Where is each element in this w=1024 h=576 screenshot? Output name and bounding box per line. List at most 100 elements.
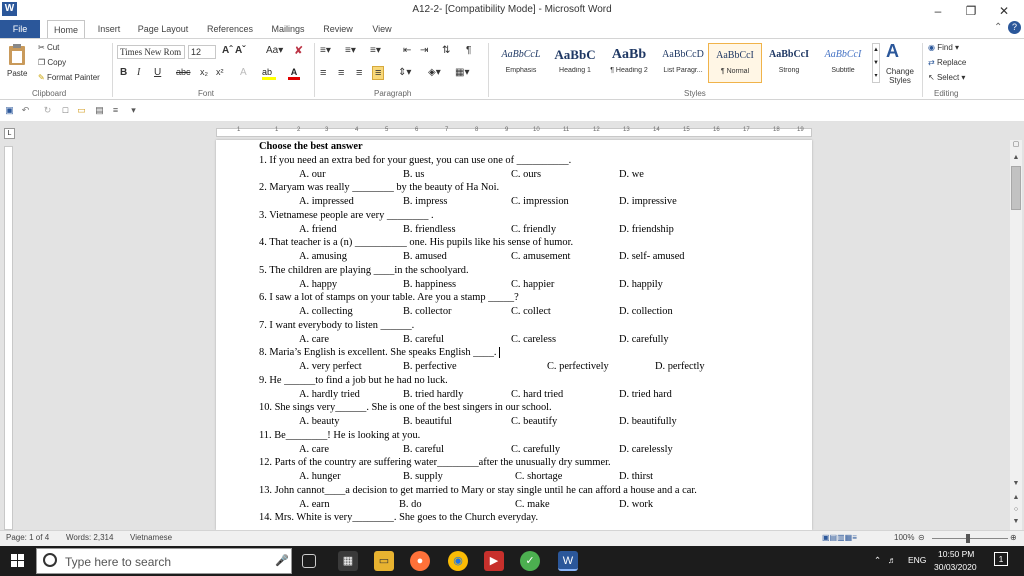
answer-option[interactable]: C. hard tried (511, 388, 563, 402)
answer-option[interactable]: B. impress (403, 195, 447, 209)
answer-option[interactable]: D. self- amused (619, 250, 685, 264)
question-text[interactable]: 4. That teacher is a (n) __________ one.… (259, 236, 799, 250)
style-strong[interactable]: AaBbCcI Strong (762, 43, 816, 83)
answer-option[interactable]: A. beauty (299, 415, 339, 429)
redo-icon[interactable]: ↻ (42, 105, 53, 116)
vertical-ruler[interactable] (4, 146, 13, 530)
file-explorer-icon[interactable]: ▭ (374, 551, 394, 571)
new-document-icon[interactable]: □ (60, 105, 71, 116)
answer-option[interactable]: B. perfective (403, 360, 457, 374)
print-preview-icon[interactable]: ▤ (94, 105, 105, 116)
numbering-icon[interactable]: ≡▾ (345, 45, 356, 56)
input-language[interactable]: ENG (908, 555, 926, 565)
question-text[interactable]: 2. Maryam was really ________ by the bea… (259, 181, 799, 195)
task-view-icon[interactable] (302, 554, 316, 568)
answer-option[interactable]: C. carefully (511, 443, 560, 457)
question-text[interactable]: 13. John cannot____a decision to get mar… (259, 484, 799, 498)
customize-toolbar-icon[interactable]: ≡ (110, 105, 121, 116)
styles-scroll-icon[interactable]: ▲ ▼ ▾ (872, 43, 880, 83)
bullets-icon[interactable]: ≡▾ (320, 45, 331, 56)
answer-option[interactable]: D. work (619, 498, 653, 512)
view-buttons[interactable]: ▣▤▥▦≡ (822, 533, 857, 542)
clock-date[interactable]: 30/03/2020 (934, 562, 977, 572)
answer-option[interactable]: D. happily (619, 278, 663, 292)
store-icon[interactable]: ▦ (338, 551, 358, 571)
change-styles-button[interactable]: Change Styles (884, 67, 916, 85)
answer-option[interactable]: C. careless (511, 333, 556, 347)
answer-option[interactable]: D. perfectly (655, 360, 705, 374)
style-heading-1[interactable]: AaBbC Heading 1 (548, 43, 602, 83)
align-center-icon[interactable]: ≡ (338, 67, 344, 79)
find-button[interactable]: ◉ Find ▾ (928, 43, 959, 52)
pilcrow-icon[interactable]: ¶ (466, 45, 471, 56)
style-heading-2[interactable]: AaBb ¶ Heading 2 (602, 43, 656, 83)
answer-option[interactable]: A. very perfect (299, 360, 362, 374)
answer-option[interactable]: A. our (299, 168, 326, 182)
answer-option[interactable]: B. tried hardly (403, 388, 463, 402)
select-button[interactable]: ↖ Select ▾ (928, 73, 965, 82)
question-text[interactable]: 12. Parts of the country are suffering w… (259, 456, 799, 470)
minimize-icon[interactable]: – (922, 0, 954, 22)
taskbar-search[interactable]: Type here to search 🎤 (36, 548, 292, 574)
zoom-slider[interactable] (932, 538, 1008, 539)
decrease-indent-icon[interactable]: ⇤ (403, 45, 411, 56)
undo-icon[interactable]: ↶ (20, 105, 31, 116)
answer-option[interactable]: B. friendless (403, 223, 456, 237)
clear-formatting-icon[interactable]: ✘ (294, 44, 303, 57)
tab-review[interactable]: Review (318, 20, 358, 38)
document-heading[interactable]: Choose the best answer (259, 140, 799, 154)
page-count[interactable]: Page: 1 of 4 (6, 533, 49, 542)
replace-button[interactable]: ⇄ Replace (928, 58, 966, 67)
highlight-color-icon[interactable]: ab (262, 67, 276, 80)
answer-option[interactable]: C. friendly (511, 223, 556, 237)
multilevel-list-icon[interactable]: ≡▾ (370, 45, 381, 56)
superscript-icon[interactable]: x² (216, 67, 224, 77)
answer-option[interactable]: A. hardly tried (299, 388, 360, 402)
answer-option[interactable]: D. beautifully (619, 415, 677, 429)
question-text[interactable]: 10. She sings very______. She is one of … (259, 401, 799, 415)
align-left-icon[interactable]: ≡ (320, 67, 326, 79)
answer-option[interactable]: C. happier (511, 278, 554, 292)
answer-option[interactable]: A. friend (299, 223, 337, 237)
question-text[interactable]: 8. Maria’s English is excellent. She spe… (259, 346, 799, 360)
grow-font-icon[interactable]: Aˆ Aˇ (222, 45, 246, 56)
document-page[interactable]: Choose the best answer 1. If you need an… (216, 140, 812, 530)
answer-option[interactable]: B. do (399, 498, 422, 512)
question-text[interactable]: 11. Be________! He is looking at you. (259, 429, 799, 443)
notifications-icon[interactable]: 1 (994, 552, 1008, 566)
answer-option[interactable]: B. beautiful (403, 415, 452, 429)
document-text[interactable]: Choose the best answer 1. If you need an… (259, 140, 799, 525)
scroll-up-icon[interactable]: ▲ (1011, 154, 1021, 164)
answer-option[interactable]: C. beautify (511, 415, 557, 429)
line-spacing-icon[interactable]: ⇕▾ (398, 67, 411, 78)
answer-option[interactable]: C. collect (511, 305, 551, 319)
tab-selector-icon[interactable]: L (4, 128, 15, 139)
dropdown-icon[interactable]: ▾ (128, 105, 139, 116)
bold-icon[interactable]: B (120, 67, 127, 78)
tab-mailings[interactable]: Mailings (266, 20, 310, 38)
scrollbar-thumb[interactable] (1011, 166, 1021, 210)
browse-object-icon[interactable]: ○ (1011, 506, 1021, 516)
cut-button[interactable]: ✂ Cut (38, 43, 59, 52)
question-text[interactable]: 1. If you need an extra bed for your gue… (259, 154, 799, 168)
copy-button[interactable]: ❐ Copy (38, 58, 66, 67)
style-normal[interactable]: AaBbCcI ¶ Normal (708, 43, 762, 83)
next-page-icon[interactable]: ▼ (1011, 518, 1021, 528)
question-text[interactable]: 6. I saw a lot of stamps on your table. … (259, 291, 799, 305)
answer-option[interactable]: B. careful (403, 333, 444, 347)
increase-indent-icon[interactable]: ⇥ (420, 45, 428, 56)
italic-icon[interactable]: I (137, 67, 140, 78)
answer-option[interactable]: C. impression (511, 195, 569, 209)
paste-button[interactable] (6, 43, 28, 67)
answer-option[interactable]: B. amused (403, 250, 447, 264)
answer-option[interactable]: A. care (299, 443, 329, 457)
style-subtitle[interactable]: AaBbCcI Subtitle (816, 43, 870, 83)
help-icon[interactable]: ? (1008, 21, 1021, 34)
previous-page-icon[interactable]: ▲ (1011, 494, 1021, 504)
answer-option[interactable]: C. make (515, 498, 550, 512)
save-icon[interactable]: ▣ (4, 105, 15, 116)
answer-option[interactable]: D. carelessly (619, 443, 673, 457)
answer-option[interactable]: C. shortage (515, 470, 562, 484)
tab-home[interactable]: Home (47, 20, 85, 38)
zoom-out-icon[interactable]: ⊝ (918, 533, 925, 542)
